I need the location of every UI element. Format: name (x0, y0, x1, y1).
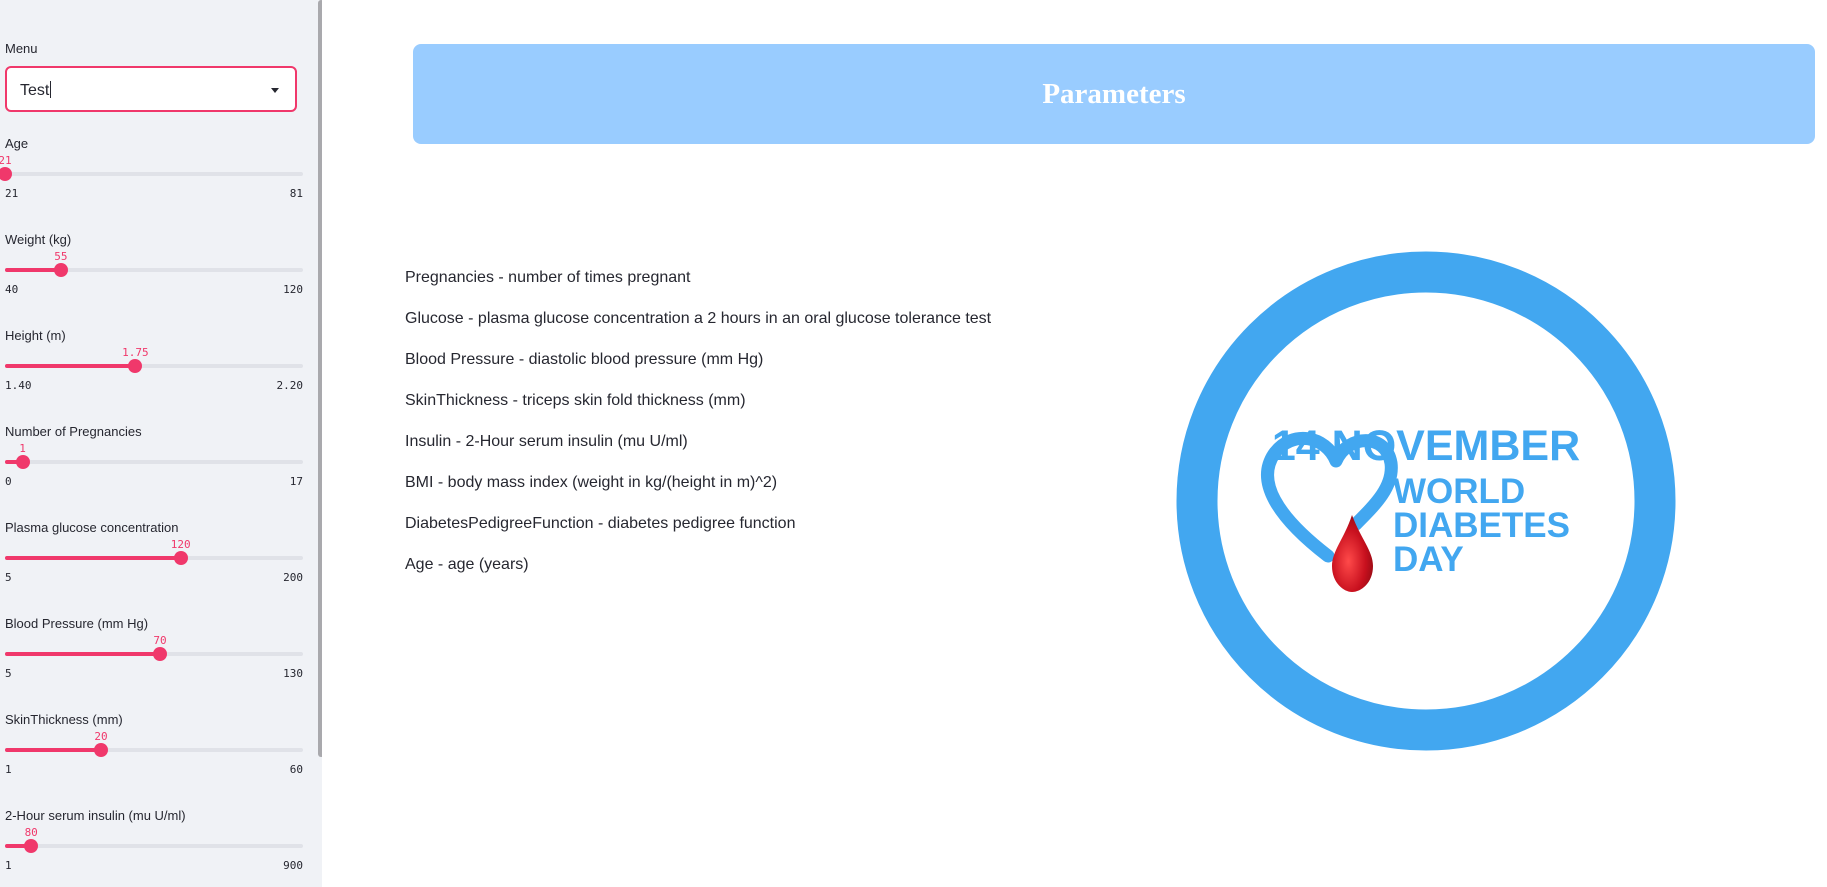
sidebar-scrollbar[interactable] (318, 0, 322, 757)
slider-label: 2-Hour serum insulin (mu U/ml) (5, 808, 186, 823)
insulin-slider[interactable]: 2-Hour serum insulin (mu U/ml) 80 1 900 (5, 808, 303, 883)
world-diabetes-day-logo: 14 NOVEMBER WORLD DIABETES DAY (1176, 251, 1676, 751)
slider-min: 5 (5, 667, 12, 680)
slider-max: 17 (289, 475, 303, 488)
logo-line-day: DAY (1393, 540, 1464, 579)
slider-track[interactable] (5, 844, 303, 848)
slider-min: 1.40 (5, 379, 32, 392)
slider-min: 21 (5, 187, 19, 200)
slider-value: 120 (170, 538, 191, 551)
page-title: Parameters (1042, 77, 1186, 110)
slider-value: 55 (54, 250, 68, 263)
slider-max: 60 (289, 763, 303, 776)
slider-min: 5 (5, 571, 12, 584)
slider-thumb[interactable] (152, 647, 167, 661)
list-item: DiabetesPedigreeFunction - diabetes pedi… (405, 515, 796, 532)
skin-thickness-slider[interactable]: SkinThickness (mm) 20 1 60 (5, 712, 303, 787)
pregnancies-slider[interactable]: Number of Pregnancies 1 0 17 (5, 424, 303, 499)
slider-thumb[interactable] (128, 359, 143, 373)
slider-max: 81 (289, 187, 303, 200)
sidebar: Menu Test Age 21 21 81 Weight (kg) 55 40… (0, 0, 322, 887)
slider-thumb[interactable] (0, 167, 12, 181)
blood-drop-icon (1332, 515, 1373, 592)
slider-label: Blood Pressure (mm Hg) (5, 616, 149, 631)
menu-label: Menu (5, 41, 38, 56)
parameter-list: Pregnancies - number of times pregnant G… (405, 268, 991, 596)
menu-select[interactable]: Test (5, 66, 297, 112)
slider-value: 80 (24, 826, 38, 839)
slider-min: 1 (5, 763, 12, 776)
slider-track[interactable] (5, 748, 303, 752)
height-slider[interactable]: Height (m) 1.75 1.40 2.20 (5, 328, 303, 403)
list-item: SkinThickness - triceps skin fold thickn… (405, 392, 746, 409)
slider-value: 20 (94, 730, 108, 743)
slider-value: 1 (19, 442, 26, 455)
slider-value: 21 (0, 154, 12, 167)
slider-label: Plasma glucose concentration (5, 520, 179, 535)
slider-min: 40 (5, 283, 19, 296)
slider-fill (5, 748, 101, 752)
slider-min: 0 (5, 475, 12, 488)
slider-track[interactable] (5, 364, 303, 368)
weight-slider[interactable]: Weight (kg) 55 40 120 (5, 232, 303, 307)
list-item: Age - age (years) (405, 556, 529, 573)
slider-max: 200 (283, 571, 303, 584)
list-item: Blood Pressure - diastolic blood pressur… (405, 351, 764, 368)
slider-min: 1 (5, 859, 12, 872)
slider-label: Number of Pregnancies (5, 424, 142, 439)
slider-value: 1.75 (122, 346, 149, 359)
slider-label: Age (5, 136, 29, 151)
slider-fill (5, 652, 160, 656)
slider-label: SkinThickness (mm) (5, 712, 123, 727)
slider-fill (5, 556, 181, 560)
slider-max: 130 (283, 667, 303, 680)
glucose-slider[interactable]: Plasma glucose concentration 120 5 200 (5, 520, 303, 595)
slider-fill (5, 268, 61, 272)
slider-value: 70 (153, 634, 167, 647)
slider-thumb[interactable] (173, 551, 188, 565)
slider-max: 900 (283, 859, 303, 872)
list-item: Glucose - plasma glucose concentration a… (405, 310, 992, 327)
app: Menu Test Age 21 21 81 Weight (kg) 55 40… (0, 0, 1827, 887)
slider-thumb[interactable] (15, 455, 30, 469)
blood-pressure-slider[interactable]: Blood Pressure (mm Hg) 70 5 130 (5, 616, 303, 691)
slider-thumb[interactable] (24, 839, 39, 853)
slider-thumb[interactable] (93, 743, 108, 757)
slider-label: Weight (kg) (5, 232, 72, 247)
slider-max: 120 (283, 283, 303, 296)
slider-track[interactable] (5, 268, 303, 272)
list-item: BMI - body mass index (weight in kg/(hei… (405, 474, 778, 491)
parameters-banner: Parameters (413, 44, 1815, 144)
slider-thumb[interactable] (53, 263, 68, 277)
list-item: Pregnancies - number of times pregnant (405, 269, 691, 286)
chevron-down-icon[interactable] (271, 88, 279, 93)
slider-fill (5, 364, 136, 368)
menu-select-value[interactable]: Test (20, 81, 51, 100)
slider-max: 2.20 (276, 379, 304, 392)
list-item: Insulin - 2-Hour serum insulin (mu U/ml) (405, 433, 688, 450)
slider-label: Height (m) (5, 328, 66, 343)
slider-track[interactable] (5, 556, 303, 560)
slider-track[interactable] (5, 460, 303, 464)
age-slider[interactable]: Age 21 21 81 (0, 136, 303, 211)
slider-track[interactable] (5, 172, 303, 176)
